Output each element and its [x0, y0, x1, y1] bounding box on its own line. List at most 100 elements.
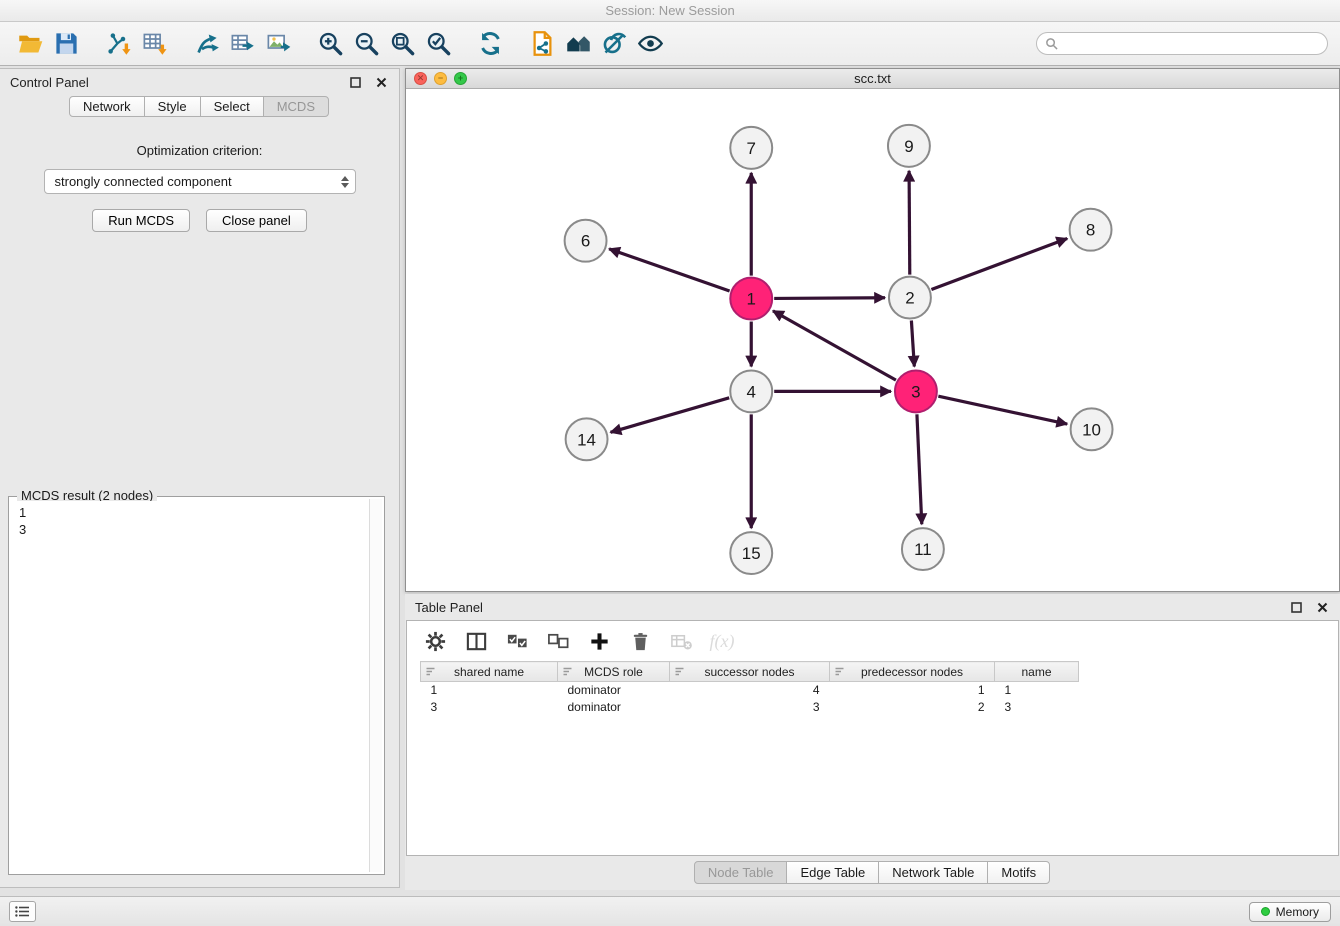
toolbar-search[interactable] [1036, 32, 1328, 55]
tab-style[interactable]: Style [144, 96, 201, 117]
tab-select[interactable]: Select [200, 96, 264, 117]
svg-text:8: 8 [1086, 221, 1095, 240]
home-button[interactable] [560, 26, 596, 62]
graph-node-9[interactable]: 9 [888, 125, 930, 167]
gear-icon [424, 630, 447, 653]
graph-edge-3-11[interactable] [917, 414, 922, 524]
zoom-out-button[interactable] [348, 26, 384, 62]
graph-edge-2-8[interactable] [931, 238, 1067, 289]
graph-edge-3-1[interactable] [773, 311, 896, 380]
graph-edge-2-9[interactable] [909, 171, 910, 275]
graph-edge-1-2[interactable] [774, 298, 885, 299]
table-cell: 3 [995, 699, 1079, 716]
graph-node-1[interactable]: 1 [730, 278, 772, 320]
create-column-button[interactable] [586, 628, 612, 654]
import-table-button[interactable] [136, 26, 172, 62]
close-table-panel-button[interactable] [1314, 599, 1330, 615]
filter-icon [601, 30, 628, 57]
new-network-button[interactable] [188, 26, 224, 62]
tab-network-table[interactable]: Network Table [878, 861, 988, 884]
sort-icon [834, 666, 845, 680]
graph-node-7[interactable]: 7 [730, 127, 772, 169]
delete-columns-button[interactable] [627, 628, 653, 654]
deselect-all-columns-button[interactable] [545, 628, 571, 654]
svg-text:14: 14 [577, 430, 596, 449]
app-titlebar: Session: New Session [0, 0, 1340, 22]
tab-mcds[interactable]: MCDS [263, 96, 329, 117]
table-row[interactable]: 3dominator323 [421, 699, 1079, 716]
graph-node-8[interactable]: 8 [1070, 209, 1112, 251]
svg-text:3: 3 [911, 382, 920, 401]
task-history-button[interactable] [9, 901, 36, 922]
filter-button[interactable] [596, 26, 632, 62]
graph-edge-3-10[interactable] [938, 396, 1067, 424]
import-public-network-button[interactable] [524, 26, 560, 62]
delete-table-button [668, 628, 694, 654]
close-icon [376, 77, 387, 88]
search-input[interactable] [1063, 37, 1319, 51]
graph-node-2[interactable]: 2 [889, 277, 931, 319]
tab-motifs[interactable]: Motifs [987, 861, 1050, 884]
result-scrollbar[interactable] [369, 499, 382, 872]
app-title: Session: New Session [605, 3, 734, 18]
tab-network[interactable]: Network [69, 96, 145, 117]
zoom-in-button[interactable] [312, 26, 348, 62]
tab-node-table[interactable]: Node Table [694, 861, 788, 884]
window-zoom-button[interactable] [454, 72, 467, 85]
sort-icon [562, 666, 573, 680]
svg-text:1: 1 [747, 290, 756, 309]
graph-node-15[interactable]: 15 [730, 532, 772, 574]
window-minimize-button[interactable] [434, 72, 447, 85]
svg-text:4: 4 [747, 382, 756, 401]
column-header-predecessor-nodes[interactable]: predecessor nodes [830, 662, 995, 682]
graph-edge-4-14[interactable] [611, 398, 730, 433]
window-close-button[interactable] [414, 72, 427, 85]
float-panel-button[interactable] [347, 74, 363, 90]
graph-node-3[interactable]: 3 [895, 370, 937, 412]
table-panel-tabs: Node TableEdge TableNetwork TableMotifs [405, 861, 1340, 884]
graph-node-6[interactable]: 6 [565, 220, 607, 262]
table-cell: 1 [421, 682, 558, 699]
graph-edge-2-3[interactable] [911, 320, 914, 366]
refresh-icon [477, 30, 504, 57]
network-window-titlebar[interactable]: scc.txt [406, 69, 1339, 89]
table-panel-title: Table Panel [415, 600, 1278, 615]
tab-edge-table[interactable]: Edge Table [786, 861, 879, 884]
save-session-button[interactable] [48, 26, 84, 62]
export-image-button[interactable] [260, 26, 296, 62]
apply-layout-button[interactable] [472, 26, 508, 62]
zoom-fit-button[interactable] [384, 26, 420, 62]
close-panel-button[interactable] [373, 74, 389, 90]
graph-node-10[interactable]: 10 [1071, 408, 1113, 450]
zoom-selected-button[interactable] [420, 26, 456, 62]
float-icon [1291, 602, 1302, 613]
show-columns-button[interactable] [463, 628, 489, 654]
network-canvas[interactable]: 7 9 6 8 1 2 4 3 14 10 15 11 [406, 90, 1339, 591]
memory-button[interactable]: Memory [1249, 902, 1331, 922]
table-settings-button[interactable] [422, 628, 448, 654]
column-header-successor-nodes[interactable]: successor nodes [670, 662, 830, 682]
close-panel-button-cp[interactable]: Close panel [206, 209, 307, 232]
table-row[interactable]: 1dominator411 [421, 682, 1079, 699]
graph-node-14[interactable]: 14 [566, 418, 608, 460]
select-all-columns-button[interactable] [504, 628, 530, 654]
floppy-icon [53, 30, 80, 57]
float-table-panel-button[interactable] [1288, 599, 1304, 615]
column-header-MCDS-role[interactable]: MCDS role [558, 662, 670, 682]
column-header-shared-name[interactable]: shared name [421, 662, 558, 682]
open-session-button[interactable] [12, 26, 48, 62]
checked-boxes-icon [506, 630, 529, 653]
run-mcds-button[interactable]: Run MCDS [92, 209, 190, 232]
graph-node-4[interactable]: 4 [730, 370, 772, 412]
main-toolbar [0, 22, 1340, 66]
memory-button-label: Memory [1276, 905, 1319, 919]
column-header-name[interactable]: name [995, 662, 1079, 682]
export-table-button[interactable] [224, 26, 260, 62]
sort-icon [674, 666, 685, 680]
criterion-dropdown[interactable]: strongly connected component [44, 169, 356, 194]
graph-edge-1-6[interactable] [609, 249, 729, 291]
import-network-button[interactable] [100, 26, 136, 62]
unchecked-boxes-icon [547, 630, 570, 653]
show-graphics-details-button[interactable] [632, 26, 668, 62]
graph-node-11[interactable]: 11 [902, 528, 944, 570]
